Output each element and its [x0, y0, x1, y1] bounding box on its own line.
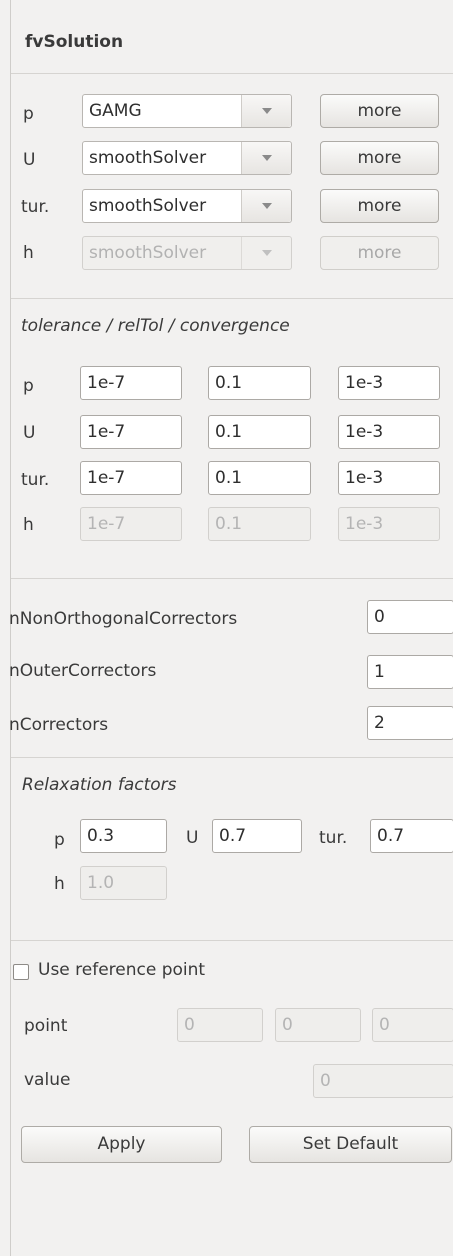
value-label: value — [24, 1070, 71, 1090]
relaxation-tur-label: tur. — [319, 828, 348, 848]
dropdown-arrow — [241, 237, 291, 269]
solver-select-tur[interactable]: smoothSolver — [82, 189, 292, 223]
divider — [11, 940, 453, 941]
use-reference-point-checkbox[interactable] — [13, 964, 29, 980]
tolerance-row-label: h — [23, 515, 34, 535]
dropdown-arrow[interactable] — [241, 190, 291, 222]
chevron-down-icon — [262, 203, 272, 209]
tolerance-input-p[interactable]: 1e-7 — [80, 366, 182, 400]
tolerance-row-label: p — [23, 376, 34, 396]
reltol-input-tur[interactable]: 0.1 — [208, 461, 311, 495]
outer-correctors-input[interactable]: 1 — [367, 655, 453, 689]
fvsolution-panel: fvSolution p GAMG more U smoothSolver mo… — [9, 0, 453, 1256]
divider — [11, 578, 453, 579]
tolerance-input-u[interactable]: 1e-7 — [80, 415, 182, 449]
convergence-input-p[interactable]: 1e-3 — [338, 366, 440, 400]
solver-select-value: GAMG — [89, 101, 142, 121]
solver-select-u[interactable]: smoothSolver — [82, 141, 292, 175]
point-z-input: 0 — [372, 1008, 453, 1042]
more-button-p[interactable]: more — [320, 94, 439, 128]
outer-correctors-label: nOuterCorrectors — [9, 661, 157, 681]
solver-row-label: tur. — [21, 197, 50, 217]
more-button-tur[interactable]: more — [320, 189, 439, 223]
dropdown-arrow[interactable] — [241, 95, 291, 127]
reltol-input-p[interactable]: 0.1 — [208, 366, 311, 400]
divider — [11, 298, 453, 299]
chevron-down-icon — [262, 250, 272, 256]
solver-select-value: smoothSolver — [89, 148, 207, 168]
relaxation-tur-input[interactable]: 0.7 — [370, 819, 453, 853]
convergence-input-u[interactable]: 1e-3 — [338, 415, 440, 449]
relaxation-p-input[interactable]: 0.3 — [80, 819, 167, 853]
more-button-u[interactable]: more — [320, 141, 439, 175]
relaxation-h-label: h — [54, 874, 65, 894]
tolerance-row-label: tur. — [21, 470, 50, 490]
set-default-button[interactable]: Set Default — [249, 1126, 452, 1163]
solver-select-p[interactable]: GAMG — [82, 94, 292, 128]
reference-value-input: 0 — [313, 1064, 453, 1098]
solver-row-label: U — [23, 150, 36, 170]
tolerance-row-label: U — [23, 423, 36, 443]
reltol-input-h: 0.1 — [208, 507, 311, 541]
divider — [11, 73, 453, 74]
solver-row-label: p — [23, 104, 34, 124]
relaxation-h-input: 1.0 — [80, 866, 167, 900]
point-label: point — [24, 1016, 68, 1036]
solver-select-value: smoothSolver — [89, 243, 207, 263]
solver-select-value: smoothSolver — [89, 196, 207, 216]
tolerance-input-h: 1e-7 — [80, 507, 182, 541]
more-button-h: more — [320, 236, 439, 270]
relaxation-u-input[interactable]: 0.7 — [212, 819, 302, 853]
relaxation-p-label: p — [54, 830, 65, 850]
chevron-down-icon — [262, 108, 272, 114]
point-y-input: 0 — [275, 1008, 361, 1042]
convergence-input-tur[interactable]: 1e-3 — [338, 461, 440, 495]
solver-select-h: smoothSolver — [82, 236, 292, 270]
tolerance-input-tur[interactable]: 1e-7 — [80, 461, 182, 495]
use-reference-point-label: Use reference point — [38, 960, 206, 980]
tolerance-heading: tolerance / relTol / convergence — [21, 316, 290, 336]
apply-button[interactable]: Apply — [21, 1126, 222, 1163]
relaxation-u-label: U — [186, 828, 199, 848]
panel-title: fvSolution — [25, 32, 124, 52]
chevron-down-icon — [262, 155, 272, 161]
solver-row-label: h — [23, 243, 34, 263]
point-x-input: 0 — [177, 1008, 263, 1042]
dropdown-arrow[interactable] — [241, 142, 291, 174]
divider — [11, 757, 453, 758]
non-orthogonal-correctors-input[interactable]: 0 — [367, 600, 453, 634]
convergence-input-h: 1e-3 — [338, 507, 440, 541]
relaxation-heading: Relaxation factors — [22, 775, 177, 795]
correctors-label: nCorrectors — [9, 715, 109, 735]
reltol-input-u[interactable]: 0.1 — [208, 415, 311, 449]
non-orthogonal-correctors-label: nNonOrthogonalCorrectors — [9, 609, 238, 629]
correctors-input[interactable]: 2 — [367, 706, 453, 740]
